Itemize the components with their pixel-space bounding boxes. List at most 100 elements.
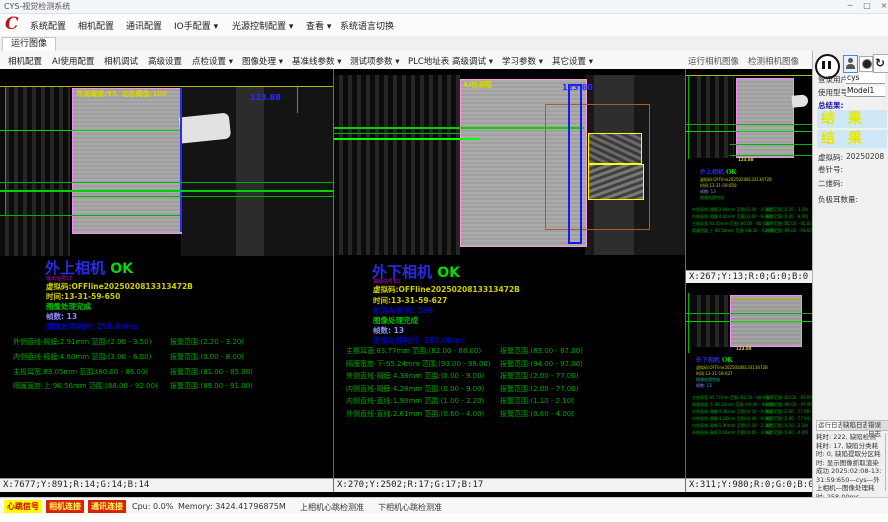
maximize-button[interactable]: □	[859, 0, 875, 12]
tool-other-set[interactable]: 其它设置 ▾	[552, 55, 593, 67]
thumb-top-green-h2	[686, 131, 812, 132]
memory-usage: Memory: 3424.41796875M	[178, 502, 286, 511]
mid-camera-ok-badge: OK	[437, 265, 460, 281]
thumb-bot-ok: OK	[722, 357, 732, 364]
comm-link-badge: 通讯连接	[88, 500, 126, 513]
left-camera-panel[interactable]: 寻高阈值:93, 动态阈值:100 123.88 外上相机 OK 输出信号1T …	[0, 69, 333, 492]
menu-language-switch[interactable]: 系统语言切换	[340, 19, 394, 32]
left-green-hline-2	[0, 182, 333, 183]
app-logo-icon: C	[5, 14, 19, 34]
left-camera-ok-badge: OK	[110, 261, 133, 277]
operator-button[interactable]	[843, 55, 858, 73]
left-meas-alarm: 报警范围:(2.20 - 3.20)	[170, 337, 244, 347]
thumb-top-label: 123.88	[738, 157, 753, 162]
left-process-time: 图像处理耗时: 298.00ms	[46, 321, 138, 332]
tool-spot-check[interactable]: 点检设置 ▾	[192, 55, 233, 67]
thumbnail-bottom-panel[interactable]: 123.80 外下相机 OK 虚拟码:OFFline20250208133134…	[686, 283, 812, 492]
record-button[interactable]	[859, 56, 873, 72]
window-title: CYS-视觉检测系统	[4, 1, 70, 12]
thumb-bot-green-h2	[686, 321, 812, 322]
left-green-vline	[5, 86, 6, 216]
left-blue-vline	[180, 88, 182, 232]
menu-comm-config[interactable]: 通讯配置	[126, 19, 162, 32]
thumb-top-meas: 报警范围:(2.20 - 3.20)	[766, 207, 808, 213]
login-user-field[interactable]: cys	[846, 73, 885, 84]
tool-detect-cam-image[interactable]: 检测相机图像	[748, 55, 799, 67]
thumb-bot-meas: 报警范围:(83.00 - 87.00)	[766, 395, 812, 401]
tab-strip: 运行图像	[0, 36, 888, 52]
thumb-top-meas: 主极耳宽:83.05mm 范围:(80.00 - 86.00)	[692, 221, 769, 227]
thumb-top-texture	[692, 76, 734, 158]
thumb-top-green-h1	[686, 124, 812, 125]
thumbnail-top-panel[interactable]: 123.88 外上相机 OK 虚拟码:OFFline20250208133134…	[686, 69, 812, 283]
mid-meas-alarm: 报警范围:(1.10 - 2.10)	[500, 396, 574, 406]
tool-test-params[interactable]: 测试项参数 ▾	[350, 55, 399, 67]
thumb-top-ok: OK	[726, 169, 736, 176]
thumb-bot-camera-name: 外下相机	[696, 357, 720, 364]
thumb-bot-meas: 报警范围:(2.00 - 77.00)	[766, 409, 811, 415]
left-meas-row: 内侧直线-隔膜:4.60mm 范围:(3.00 - 6.00)	[13, 352, 151, 362]
result-box-lower: 结 果	[817, 130, 887, 148]
tool-ai-config[interactable]: AI使用配置	[52, 55, 94, 67]
close-button[interactable]: ×	[876, 0, 888, 12]
mid-meas-alarm: 报警范围:(83.00 - 87.00)	[500, 346, 583, 356]
thumb-bot-title: 外下相机 OK	[696, 355, 733, 364]
model-field[interactable]: Model1	[846, 86, 885, 97]
menu-system-config[interactable]: 系统配置	[30, 19, 66, 32]
left-green-hline-1	[0, 130, 180, 131]
lower-camera-heartbeat: 下相机心跳检测准	[378, 502, 442, 513]
left-meas-row: 外侧直线-隔膜:2.91mm 范围:(2.00 - 3.50)	[13, 337, 151, 347]
left-threshold-overlay: 寻高阈值:93, 动态阈值:100	[76, 89, 167, 99]
tool-camera-config[interactable]: 相机配置	[8, 55, 42, 67]
thumb-bot-coords-bar: X:311;Y:980;R:0;G:0;B:0	[686, 478, 812, 492]
thumb-top-camera-name: 外上相机	[700, 169, 724, 176]
mid-width-overlay: 123.80	[562, 83, 593, 92]
thumb-top-title: 外上相机 OK	[700, 167, 737, 176]
log-tab-error[interactable]: 错误日志	[866, 420, 888, 431]
mid-meas-alarm: 报警范围:(0.60 - 4.00)	[500, 409, 574, 419]
mid-process-time: 图像处理耗时: 183.00ms	[373, 335, 465, 346]
menu-io-config[interactable]: IO手配置 ▾	[174, 19, 218, 32]
middle-camera-panel[interactable]: AI检测框 123.80 外下相机 OK 输出信号1D 虚拟码:OFFline2…	[334, 69, 685, 492]
tool-run-cam-image[interactable]: 运行相机图像	[688, 55, 739, 67]
thumb-top-meas: 隔膜宽度-上:90.56mm 范围:(88.00 - 92.00)	[692, 228, 775, 234]
thumb-top-meas: 内侧直线-隔膜:4.60mm 范围:(3.00 - 6.00)	[692, 214, 771, 220]
thumb-bot-meas: 内侧直线-隔膜:4.28mm 范围:(0.00 - 9.00)	[692, 416, 771, 422]
left-meas-alarm: 报警范围:(89.00 - 91.00)	[170, 381, 253, 391]
thumb-top-meas: 报警范围:(0.00 - 8.00)	[766, 214, 808, 220]
tool-camera-debug[interactable]: 相机调试	[104, 55, 138, 67]
tab-run-image[interactable]: 运行图像	[2, 37, 56, 51]
log-text[interactable]: 耗时: 222, 缺陷检测耗时: 17, 缺陷分类耗时: 0, 缺陷提取分区耗时…	[816, 433, 882, 501]
left-image-column	[236, 86, 264, 256]
log-scrollbar[interactable]	[885, 433, 886, 491]
mid-meas-row: 外侧直线-直线:2.61mm 范围:(0.60 - 4.00)	[346, 409, 484, 419]
menu-view[interactable]: 查看 ▾	[306, 19, 331, 32]
thumb-bot-green-h1	[686, 313, 812, 314]
left-green-hline-3	[0, 190, 333, 192]
mid-meas-alarm: 报警范围:(2.00 - 77.00)	[500, 371, 578, 381]
thumb-top-roi	[736, 78, 794, 158]
refresh-button[interactable]: ↻	[873, 54, 888, 73]
person-icon	[848, 58, 853, 63]
menu-light-config[interactable]: 光源控制配置 ▾	[232, 19, 293, 32]
pause-icon	[828, 61, 831, 69]
tool-advanced-set[interactable]: 高级设置	[148, 55, 182, 67]
menu-camera-config[interactable]: 相机配置	[78, 19, 114, 32]
tool-image-process[interactable]: 图像处理 ▾	[242, 55, 283, 67]
tool-advanced-debug[interactable]: 高级调试 ▾	[452, 55, 493, 67]
left-width-overlay: 123.88	[250, 93, 281, 102]
left-metal-tab	[179, 112, 231, 143]
pin-number-label: 卷针号:	[818, 164, 843, 175]
thumb-bot-meas: 内侧直线-直线:1.90mm 范围:(1.00 - 2.20)	[692, 423, 771, 429]
tool-baseline-params[interactable]: 基准线参数 ▾	[292, 55, 341, 67]
mid-meas-row: 主极耳宽:83.77mm 范围:(82.00 - 88.00)	[346, 346, 481, 356]
tool-learn-params[interactable]: 学习参数 ▾	[502, 55, 543, 67]
thumb-top-green-h3	[730, 144, 812, 145]
tool-plc-table[interactable]: PLC地址表	[408, 55, 449, 67]
thumb-bot-meas: 隔膜宽度-下:95.24mm 范围:(93.00 - 98.00)	[692, 402, 775, 408]
qr-code-label: 二维码:	[818, 178, 843, 189]
mid-meas-row: 隔膜宽度-下:95.24mm 范围:(93.00 - 98.00)	[346, 359, 491, 369]
mid-coords-bar: X:270;Y:2502;R:17;G:17;B:17	[334, 478, 685, 492]
mid-green-hline-2	[334, 138, 479, 140]
minimize-button[interactable]: ─	[842, 0, 858, 12]
